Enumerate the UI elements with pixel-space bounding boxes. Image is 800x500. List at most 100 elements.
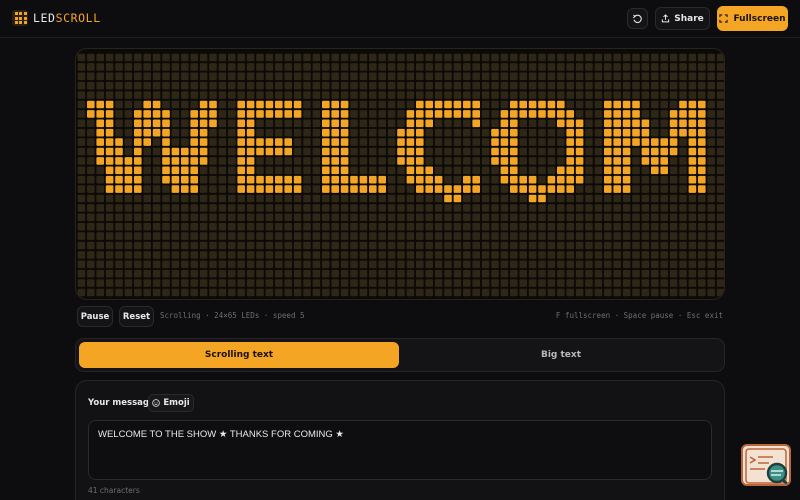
- led-pixel-on: [237, 110, 245, 118]
- led-pixel-off: [566, 222, 574, 231]
- led-pixel-off: [641, 204, 650, 212]
- led-pixel-on: [500, 175, 509, 184]
- led-pixel-off: [124, 269, 133, 278]
- led-pixel-off: [293, 232, 302, 240]
- led-pixel-off: [688, 91, 697, 99]
- led-pixel-off: [679, 269, 687, 278]
- led-pixel-off: [293, 288, 302, 297]
- led-pixel-off: [716, 110, 724, 118]
- led-pixel-off: [444, 279, 452, 287]
- led-pixel-on: [510, 147, 518, 156]
- led-pixel-on: [96, 100, 104, 109]
- led-pixel-off: [387, 72, 396, 81]
- led-pixel-off: [622, 81, 631, 90]
- led-pixel-off: [406, 222, 415, 231]
- led-pixel-off: [472, 63, 480, 71]
- led-pixel-off: [152, 138, 161, 146]
- led-pixel-off: [199, 213, 208, 222]
- led-pixel-on: [397, 147, 405, 156]
- led-pixel-on: [265, 185, 274, 193]
- tab-scrolling-text[interactable]: Scrolling text: [79, 342, 399, 368]
- led-pixel-off: [510, 288, 518, 297]
- led-pixel-on: [604, 175, 612, 184]
- led-pixel-off: [115, 232, 123, 240]
- led-pixel-on: [152, 119, 161, 128]
- led-pixel-on: [134, 128, 142, 137]
- led-pixel-off: [528, 232, 537, 240]
- led-pixel-off: [622, 213, 631, 222]
- fullscreen-button[interactable]: Fullscreen: [717, 6, 788, 31]
- led-pixel-off: [190, 260, 198, 269]
- led-pixel-off: [303, 119, 311, 128]
- led-pixel-off: [500, 251, 509, 259]
- led-pixel-off: [481, 232, 490, 240]
- led-pixel-off: [181, 53, 189, 62]
- led-pixel-off: [359, 81, 368, 90]
- led-pixel-off: [256, 157, 264, 165]
- led-pixel-off: [293, 166, 302, 175]
- led-pixel-off: [218, 157, 227, 165]
- led-pixel-off: [594, 175, 603, 184]
- led-pixel-off: [557, 157, 565, 165]
- led-pixel-off: [237, 251, 245, 259]
- led-pixel-off: [190, 288, 198, 297]
- led-pixel-off: [519, 128, 527, 137]
- led-pixel-off: [340, 204, 349, 212]
- pause-button[interactable]: Pause: [77, 306, 113, 327]
- led-pixel-off: [594, 110, 603, 118]
- led-pixel-off: [143, 251, 151, 259]
- led-pixel-off: [369, 232, 377, 240]
- led-pixel-off: [378, 166, 386, 175]
- led-pixel-off: [434, 138, 443, 146]
- led-pixel-on: [143, 138, 151, 146]
- led-pixel-off: [698, 72, 706, 81]
- led-pixel-off: [171, 260, 180, 269]
- emoji-button[interactable]: Emoji: [148, 394, 194, 412]
- led-pixel-off: [340, 81, 349, 90]
- led-pixel-on: [679, 110, 687, 118]
- led-pixel-on: [651, 138, 659, 146]
- led-pixel-off: [312, 204, 321, 212]
- message-input[interactable]: WELCOME TO THE SHOW ★ THANKS FOR COMING …: [88, 420, 712, 480]
- led-pixel-off: [246, 288, 255, 297]
- led-pixel-off: [218, 110, 227, 118]
- led-pixel-off: [228, 110, 236, 118]
- led-pixel-off: [641, 100, 650, 109]
- led-pixel-off: [716, 128, 724, 137]
- led-pixel-off: [199, 91, 208, 99]
- led-pixel-off: [209, 91, 217, 99]
- led-pixel-off: [218, 175, 227, 184]
- led-pixel-off: [698, 260, 706, 269]
- assistant-widget-button[interactable]: [741, 444, 791, 486]
- undo-button[interactable]: [627, 8, 648, 29]
- led-pixel-off: [369, 119, 377, 128]
- led-pixel-off: [538, 81, 546, 90]
- led-pixel-off: [209, 279, 217, 287]
- tab-big-text[interactable]: Big text: [401, 342, 721, 368]
- reset-button[interactable]: Reset: [119, 306, 154, 327]
- led-pixel-off: [218, 251, 227, 259]
- led-pixel-off: [237, 194, 245, 203]
- led-pixel-off: [265, 260, 274, 269]
- led-pixel-on: [575, 175, 584, 184]
- led-pixel-off: [491, 72, 499, 81]
- led-pixel-off: [651, 119, 659, 128]
- led-pixel-off: [293, 260, 302, 269]
- led-pixel-on: [566, 175, 574, 184]
- led-pixel-off: [585, 185, 593, 193]
- led-pixel-off: [472, 194, 480, 203]
- led-pixel-off: [651, 63, 659, 71]
- share-button[interactable]: Share: [655, 7, 710, 30]
- led-pixel-off: [406, 279, 415, 287]
- led-pixel-off: [463, 72, 471, 81]
- led-pixel-off: [265, 166, 274, 175]
- led-pixel-off: [284, 157, 292, 165]
- led-pixel-off: [547, 232, 556, 240]
- led-pixel-off: [425, 63, 433, 71]
- led-pixel-off: [519, 53, 527, 62]
- led-pixel-on: [416, 100, 424, 109]
- led-pixel-on: [134, 166, 142, 175]
- led-pixel-off: [209, 232, 217, 240]
- led-pixel-on: [491, 157, 499, 165]
- led-pixel-off: [228, 128, 236, 137]
